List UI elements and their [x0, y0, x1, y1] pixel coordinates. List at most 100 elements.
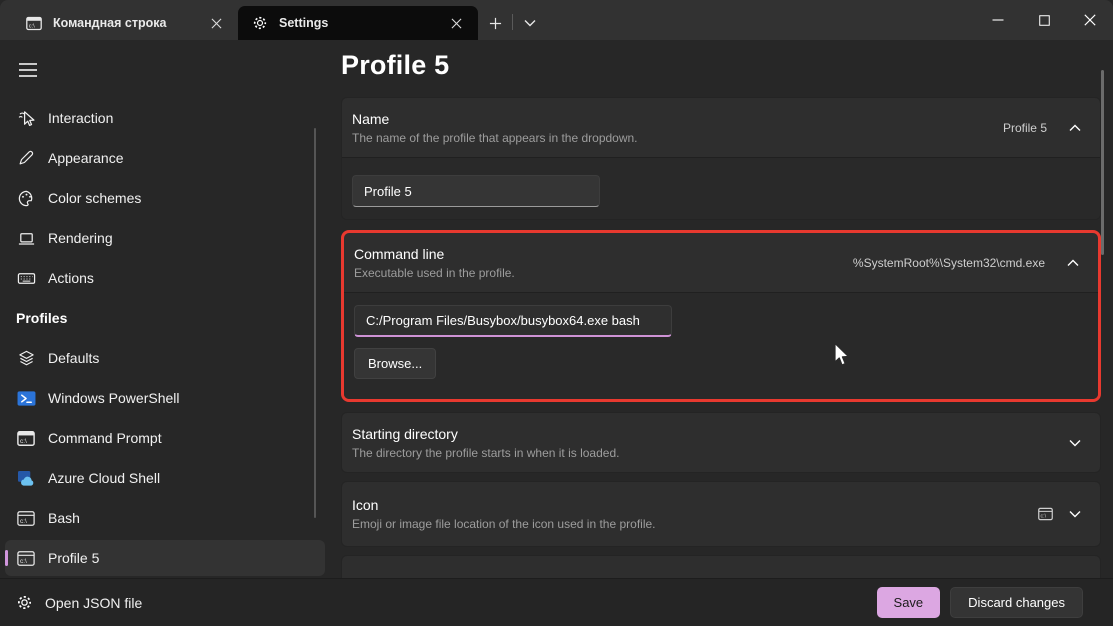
chevron-up-icon: [1067, 259, 1079, 267]
maximize-button[interactable]: [1021, 0, 1067, 40]
rendering-icon: [16, 228, 36, 248]
svg-text:c:\: c:\: [20, 437, 27, 444]
sidebar-item-label: Bash: [48, 510, 80, 526]
icon-section: Icon Emoji or image file location of the…: [341, 481, 1101, 547]
tab-title-section-header[interactable]: Tab title: [342, 556, 1100, 578]
sidebar-item-label: Command Prompt: [48, 430, 162, 446]
cmd-icon: c:\: [24, 13, 44, 33]
setting-description: Executable used in the profile.: [354, 266, 515, 280]
setting-title: Command line: [354, 246, 515, 262]
cmd-icon: c:\: [1038, 507, 1053, 521]
command-line-section-header[interactable]: Command line Executable used in the prof…: [344, 233, 1098, 292]
tab-dropdown-button[interactable]: [513, 6, 547, 40]
sidebar-item-label: Profile 5: [48, 550, 99, 566]
cmd-icon: c:\: [16, 508, 36, 528]
plus-icon: [489, 17, 502, 30]
sidebar-item-label: Defaults: [48, 350, 99, 366]
appearance-icon: [16, 148, 36, 168]
powershell-icon: [16, 388, 36, 408]
profile-name-input[interactable]: [352, 175, 600, 207]
sidebar-item-label: Interaction: [48, 110, 113, 126]
layers-icon: [16, 348, 36, 368]
sidebar-item-windows-powershell[interactable]: Windows PowerShell: [0, 378, 330, 418]
setting-description: The directory the profile starts in when…: [352, 446, 619, 460]
setting-description: Emoji or image file location of the icon…: [352, 517, 656, 531]
svg-text:c:\: c:\: [20, 517, 27, 524]
discard-changes-button[interactable]: Discard changes: [950, 587, 1083, 618]
selected-accent-bar: [5, 550, 8, 566]
command-line-section-body: Browse...: [344, 292, 1098, 399]
actions-icon: [16, 268, 36, 288]
interaction-icon: [16, 108, 36, 128]
sidebar-item-rendering[interactable]: Rendering: [0, 218, 330, 258]
settings-sidebar: Interaction Appearance Color schemes Ren…: [0, 40, 330, 578]
hamburger-menu-button[interactable]: [14, 56, 42, 84]
tab-command-prompt[interactable]: c:\ Командная строка: [12, 6, 238, 40]
icon-section-header[interactable]: Icon Emoji or image file location of the…: [342, 482, 1100, 546]
setting-title: Name: [352, 111, 638, 127]
tab-strip: c:\ Командная строка Settings: [0, 6, 547, 40]
sidebar-item-actions[interactable]: Actions: [0, 258, 330, 298]
sidebar-item-label: Windows PowerShell: [48, 390, 180, 406]
new-tab-button[interactable]: [478, 6, 512, 40]
azure-cloud-icon: [16, 468, 36, 488]
close-icon[interactable]: [444, 11, 468, 35]
sidebar-item-command-prompt[interactable]: c:\ Command Prompt: [0, 418, 330, 458]
settings-main-panel: Profile 5 Name The name of the profile t…: [330, 40, 1113, 578]
sidebar-item-label: Appearance: [48, 150, 124, 166]
command-line-section: Command line Executable used in the prof…: [341, 230, 1101, 402]
tab-title: Settings: [279, 16, 435, 30]
window-controls: [975, 0, 1113, 40]
name-section-header[interactable]: Name The name of the profile that appear…: [342, 98, 1100, 157]
chevron-down-icon: [1069, 510, 1081, 518]
sidebar-item-label: Actions: [48, 270, 94, 286]
gear-icon: [250, 13, 270, 33]
page-title: Profile 5: [341, 50, 1113, 81]
chevron-down-icon: [524, 19, 536, 27]
open-json-file-label: Open JSON file: [45, 595, 142, 611]
tab-title: Командная строка: [53, 16, 195, 30]
open-json-file-button[interactable]: Open JSON file: [16, 594, 142, 611]
setting-description: The name of the profile that appears in …: [352, 131, 638, 145]
content-scrollbar[interactable]: [1101, 70, 1104, 255]
cmd-icon: c:\: [16, 428, 36, 448]
svg-text:c:\: c:\: [1041, 514, 1047, 520]
setting-title: Starting directory: [352, 426, 619, 442]
chevron-up-icon: [1069, 124, 1081, 132]
tab-title-section: Tab title: [341, 555, 1101, 578]
sidebar-item-label: Color schemes: [48, 190, 141, 206]
sidebar-item-profile-5[interactable]: c:\ Profile 5: [5, 540, 325, 576]
setting-preview-value: Profile 5: [1003, 121, 1047, 135]
save-button[interactable]: Save: [877, 587, 941, 618]
svg-text:c:\: c:\: [29, 23, 35, 29]
svg-text:c:\: c:\: [20, 557, 27, 564]
minimize-button[interactable]: [975, 0, 1021, 40]
cmd-icon: c:\: [16, 548, 36, 568]
name-section-body: [342, 157, 1100, 219]
chevron-down-icon: [1069, 439, 1081, 447]
settings-window: Interaction Appearance Color schemes Ren…: [0, 40, 1113, 578]
name-section: Name The name of the profile that appear…: [341, 97, 1101, 220]
command-line-input[interactable]: [354, 305, 672, 337]
browse-button[interactable]: Browse...: [354, 348, 436, 379]
starting-directory-section-header[interactable]: Starting directory The directory the pro…: [342, 413, 1100, 472]
titlebar: c:\ Командная строка Settings: [0, 0, 1113, 40]
sidebar-item-bash[interactable]: c:\ Bash: [0, 498, 330, 538]
close-icon[interactable]: [204, 11, 228, 35]
close-window-button[interactable]: [1067, 0, 1113, 40]
sidebar-item-interaction[interactable]: Interaction: [0, 98, 330, 138]
footer-bar: Open JSON file Save Discard changes: [0, 578, 1113, 626]
sidebar-item-appearance[interactable]: Appearance: [0, 138, 330, 178]
sidebar-item-label: Rendering: [48, 230, 113, 246]
palette-icon: [16, 188, 36, 208]
tab-settings[interactable]: Settings: [238, 6, 478, 40]
setting-title: Icon: [352, 497, 656, 513]
sidebar-item-color-schemes[interactable]: Color schemes: [0, 178, 330, 218]
sidebar-item-label: Azure Cloud Shell: [48, 470, 160, 486]
sidebar-item-defaults[interactable]: Defaults: [0, 338, 330, 378]
profiles-section-header: Profiles: [0, 298, 330, 338]
setting-preview-value: %SystemRoot%\System32\cmd.exe: [853, 256, 1045, 270]
sidebar-scrollbar[interactable]: [314, 128, 316, 518]
gear-icon: [16, 594, 33, 611]
sidebar-item-azure-cloud-shell[interactable]: Azure Cloud Shell: [0, 458, 330, 498]
